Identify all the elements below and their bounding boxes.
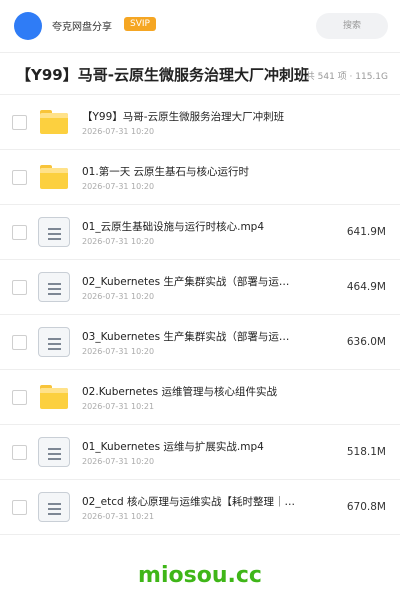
folder-icon bbox=[40, 110, 68, 134]
list-item[interactable]: 【Y99】马哥-云原生微服务治理大厂冲刺班 2026-07-31 10:20 bbox=[0, 95, 400, 150]
top-bar: 夸克网盘分享 SVIP 搜索 bbox=[0, 0, 400, 52]
folder-title: 【Y99】马哥-云原生微服务治理大厂冲刺班 bbox=[16, 66, 309, 84]
list-item[interactable]: 02_Kubernetes 生产集群实战（部署与运… 2026-07-31 10… bbox=[0, 260, 400, 315]
list-item[interactable]: 02.Kubernetes 运维管理与核心组件实战 2026-07-31 10:… bbox=[0, 370, 400, 425]
item-size: 670.8M bbox=[346, 501, 386, 513]
video-file-icon bbox=[38, 272, 70, 302]
item-name: 03_Kubernetes 生产集群实战（部署与运… bbox=[82, 331, 290, 343]
folder-icon bbox=[40, 385, 68, 409]
item-date: 2026-07-31 10:20 bbox=[82, 127, 155, 136]
avatar[interactable] bbox=[14, 12, 42, 40]
row-checkbox[interactable] bbox=[12, 280, 27, 295]
row-checkbox[interactable] bbox=[12, 500, 27, 515]
item-name: 02.Kubernetes 运维管理与核心组件实战 bbox=[82, 386, 277, 398]
video-file-icon bbox=[38, 327, 70, 357]
folder-stats: 共 541 项 · 115.1G bbox=[305, 72, 388, 82]
item-name: 01.第一天 云原生基石与核心运行时 bbox=[82, 166, 250, 178]
search-input[interactable]: 搜索 bbox=[316, 13, 388, 39]
row-checkbox[interactable] bbox=[12, 390, 27, 405]
item-name: 02_Kubernetes 生产集群实战（部署与运… bbox=[82, 276, 290, 288]
list-item[interactable]: 03_Kubernetes 生产集群实战（部署与运… 2026-07-31 10… bbox=[0, 315, 400, 370]
item-size: 464.9M bbox=[346, 281, 386, 293]
list-item[interactable]: 01_云原生基础设施与运行时核心.mp4 2026-07-31 10:20 64… bbox=[0, 205, 400, 260]
item-size: 641.9M bbox=[346, 226, 386, 238]
row-checkbox[interactable] bbox=[12, 225, 27, 240]
watermark: miosou.cc bbox=[138, 563, 262, 588]
item-date: 2026-07-31 10:20 bbox=[82, 237, 155, 246]
divider bbox=[0, 52, 400, 53]
item-size: 636.0M bbox=[346, 336, 386, 348]
item-name: 【Y99】马哥-云原生微服务治理大厂冲刺班 bbox=[82, 111, 285, 123]
list-item[interactable]: 01.第一天 云原生基石与核心运行时 2026-07-31 10:20 bbox=[0, 150, 400, 205]
item-date: 2026-07-31 10:20 bbox=[82, 182, 155, 191]
svip-badge: SVIP bbox=[124, 17, 156, 31]
item-name: 02_etcd 核心原理与运维实战【耗时整理｜免费… bbox=[82, 496, 302, 508]
video-file-icon bbox=[38, 437, 70, 467]
item-name: 01_Kubernetes 运维与扩展实战.mp4 bbox=[82, 441, 264, 453]
video-file-icon bbox=[38, 492, 70, 522]
folder-icon bbox=[40, 165, 68, 189]
item-size: 518.1M bbox=[346, 446, 386, 458]
item-date: 2026-07-31 10:20 bbox=[82, 347, 155, 356]
item-date: 2026-07-31 10:21 bbox=[82, 512, 155, 521]
row-checkbox[interactable] bbox=[12, 170, 27, 185]
list-item[interactable]: 01_Kubernetes 运维与扩展实战.mp4 2026-07-31 10:… bbox=[0, 425, 400, 480]
app-title: 夸克网盘分享 bbox=[52, 22, 112, 33]
row-checkbox[interactable] bbox=[12, 335, 27, 350]
video-file-icon bbox=[38, 217, 70, 247]
list-item[interactable]: 02_etcd 核心原理与运维实战【耗时整理｜免费… 2026-07-31 10… bbox=[0, 480, 400, 535]
item-date: 2026-07-31 10:21 bbox=[82, 402, 155, 411]
item-date: 2026-07-31 10:20 bbox=[82, 292, 155, 301]
item-name: 01_云原生基础设施与运行时核心.mp4 bbox=[82, 221, 265, 233]
row-checkbox[interactable] bbox=[12, 115, 27, 130]
row-checkbox[interactable] bbox=[12, 445, 27, 460]
item-date: 2026-07-31 10:20 bbox=[82, 457, 155, 466]
file-list: 【Y99】马哥-云原生微服务治理大厂冲刺班 2026-07-31 10:20 0… bbox=[0, 95, 400, 535]
